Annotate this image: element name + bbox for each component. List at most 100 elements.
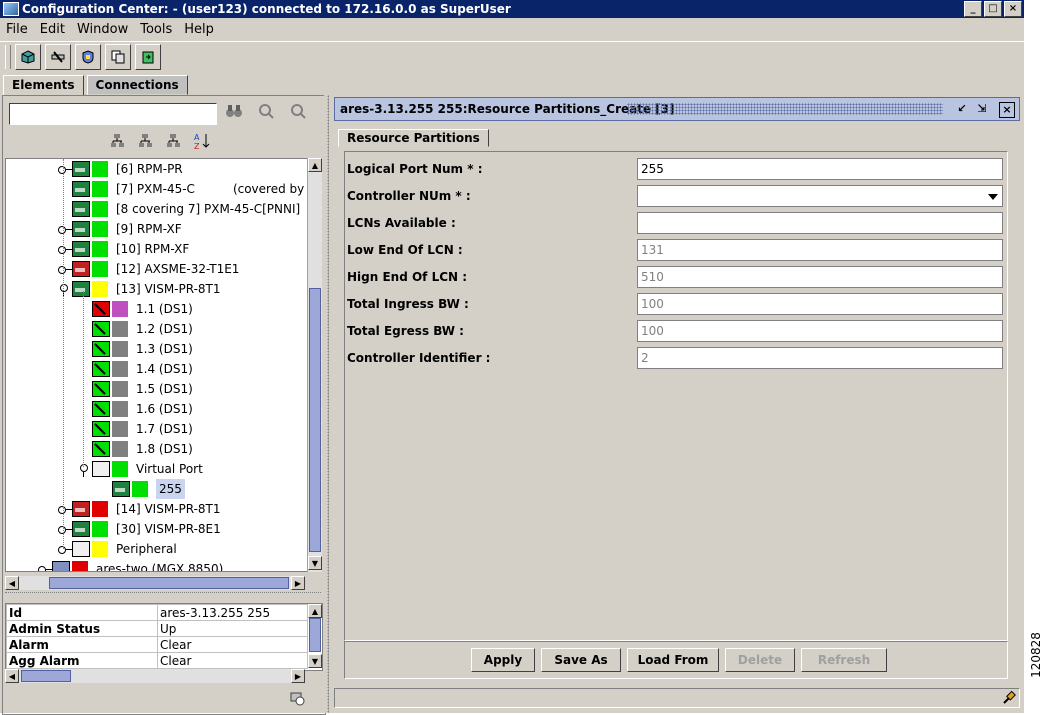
scroll-left-button[interactable]: ◀ xyxy=(5,576,19,590)
tree-node[interactable]: 1.6 (DS1) xyxy=(78,399,193,419)
close-button[interactable]: × xyxy=(1004,1,1022,17)
tree-node[interactable]: 1.7 (DS1) xyxy=(78,419,193,439)
pin-button[interactable] xyxy=(1001,690,1017,706)
badge-button[interactable] xyxy=(75,44,101,70)
status-indicator xyxy=(92,541,108,557)
load-from-button[interactable]: Load From xyxy=(627,648,719,672)
restore-frame-icon[interactable]: ⇲ xyxy=(975,102,989,116)
line-icon xyxy=(92,381,110,397)
tab-connections[interactable]: Connections xyxy=(86,75,188,95)
tree-node-label: 1.3 (DS1) xyxy=(136,342,193,356)
tab-resource-partitions[interactable]: Resource Partitions xyxy=(338,129,489,147)
hscroll-thumb[interactable] xyxy=(49,577,289,589)
menu-help[interactable]: Help xyxy=(178,22,220,37)
tree-vertical-scrollbar[interactable]: ▲ ▼ xyxy=(307,158,322,572)
field-input[interactable] xyxy=(637,212,1003,234)
tree-connector xyxy=(83,291,84,467)
tree-node[interactable]: Peripheral xyxy=(58,539,177,559)
tree-node[interactable]: 1.1 (DS1) xyxy=(78,299,193,319)
tree-node[interactable]: [12] AXSME-32-T1E1 xyxy=(58,259,239,279)
tree-node[interactable]: 1.2 (DS1) xyxy=(78,319,193,339)
save-as-button[interactable]: Save As xyxy=(541,648,621,672)
tree-horizontal-scrollbar[interactable]: ◀ ▶ xyxy=(5,576,305,590)
prop-value: ares-3.13.255 255 xyxy=(157,604,308,621)
props-scroll-right[interactable]: ▶ xyxy=(291,669,305,683)
field-label: Controller NUm * : xyxy=(347,189,471,203)
refresh-button[interactable]: Refresh xyxy=(801,648,887,672)
group-button[interactable] xyxy=(165,132,183,150)
title-bar[interactable]: Configuration Center: - (user123) connec… xyxy=(0,0,1024,18)
tree-node[interactable]: 255 xyxy=(98,479,185,499)
tree-node[interactable]: [7] PXM-45-C (covered by 8) xyxy=(58,179,308,199)
find-button[interactable] xyxy=(225,102,243,120)
scroll-right-button[interactable]: ▶ xyxy=(291,576,305,590)
cube-button[interactable] xyxy=(15,44,41,70)
sort-button[interactable]: AZ xyxy=(193,132,211,151)
splitter[interactable] xyxy=(5,592,321,599)
tree-node-label: 1.6 (DS1) xyxy=(136,402,193,416)
tree-node[interactable]: [30] VISM-PR-8E1 xyxy=(58,519,221,539)
scroll-down-button[interactable]: ▼ xyxy=(308,556,322,570)
tab-elements[interactable]: Elements xyxy=(3,75,84,96)
tree-node-label: Peripheral xyxy=(116,542,177,556)
maximize-button[interactable]: □ xyxy=(984,1,1002,17)
tree-node[interactable]: ares-two (MGX 8850) xyxy=(38,559,223,571)
field-input[interactable]: 100 xyxy=(637,293,1003,315)
props-scroll-up[interactable]: ▲ xyxy=(308,604,322,618)
menu-file[interactable]: File xyxy=(0,22,34,37)
prop-key: Alarm xyxy=(6,636,158,653)
field-input[interactable]: 255 xyxy=(637,158,1003,180)
props-hscroll-thumb[interactable] xyxy=(21,670,71,682)
toolbar-grip[interactable] xyxy=(5,45,11,69)
table-row: Alarm Clear xyxy=(6,636,308,653)
scroll-up-button[interactable]: ▲ xyxy=(308,158,322,172)
menu-edit[interactable]: Edit xyxy=(34,22,71,37)
field-input[interactable]: 510 xyxy=(637,266,1003,288)
internal-frame-title[interactable]: ares-3.13.255 255:Resource Partitions_Cr… xyxy=(334,97,1020,121)
tree-group-icon xyxy=(167,134,180,147)
field-input[interactable]: 2 xyxy=(637,347,1003,369)
search-input[interactable] xyxy=(9,103,217,125)
collapse-button[interactable] xyxy=(109,132,127,150)
tree-node[interactable]: 1.8 (DS1) xyxy=(78,439,193,459)
tree-node[interactable]: [9] RPM-XF xyxy=(58,219,182,239)
field-input[interactable]: 100 xyxy=(637,320,1003,342)
card-icon xyxy=(72,281,90,297)
tree-node[interactable]: [8 covering 7] PXM-45-C[PNNI] xyxy=(58,199,300,219)
tree-node[interactable]: 1.5 (DS1) xyxy=(78,379,193,399)
frame-title-text: ares-3.13.255 255:Resource Partitions_Cr… xyxy=(340,102,675,116)
tools-button[interactable] xyxy=(45,44,71,70)
minimize-frame-icon[interactable]: ↙ xyxy=(955,102,969,116)
diagram-icon xyxy=(111,50,125,64)
minimize-button[interactable]: _ xyxy=(964,1,982,17)
tree-node[interactable]: 1.3 (DS1) xyxy=(78,339,193,359)
panel-splitter[interactable] xyxy=(324,95,332,713)
find-previous-button[interactable] xyxy=(257,102,275,120)
expand-button[interactable] xyxy=(137,132,155,150)
props-scroll-left[interactable]: ◀ xyxy=(5,669,19,683)
diagram-button[interactable] xyxy=(105,44,131,70)
element-tree: [6] RPM-PR [7] PXM-45-C (covered by 8) [8 c… xyxy=(5,158,309,572)
chevron-down-icon[interactable] xyxy=(988,194,998,200)
controller-num-select[interactable] xyxy=(637,185,1003,207)
delete-button[interactable]: Delete xyxy=(725,648,795,672)
props-horizontal-scrollbar[interactable]: ◀ ▶ xyxy=(5,669,305,683)
apply-button[interactable]: Apply xyxy=(471,648,535,672)
field-input[interactable]: 131 xyxy=(637,239,1003,261)
tree-node[interactable]: [6] RPM-PR xyxy=(58,159,183,179)
menu-window[interactable]: Window xyxy=(71,22,134,37)
expand-toggle-icon[interactable] xyxy=(38,564,52,571)
find-next-button[interactable] xyxy=(289,102,307,120)
props-scroll-down[interactable]: ▼ xyxy=(308,654,322,668)
tree-node[interactable]: [14] VISM-PR-8T1 xyxy=(58,499,221,519)
scroll-thumb[interactable] xyxy=(309,288,321,552)
tree-node[interactable]: [10] RPM-XF xyxy=(58,239,189,259)
status-button[interactable] xyxy=(289,690,305,706)
export-button[interactable] xyxy=(135,44,161,70)
tree-node[interactable]: Virtual Port xyxy=(78,459,203,479)
tree-node[interactable]: 1.4 (DS1) xyxy=(78,359,193,379)
tree-expand-icon xyxy=(139,134,152,147)
props-scroll-thumb[interactable] xyxy=(309,618,321,652)
menu-tools[interactable]: Tools xyxy=(134,22,178,37)
close-frame-icon[interactable]: × xyxy=(999,102,1015,118)
